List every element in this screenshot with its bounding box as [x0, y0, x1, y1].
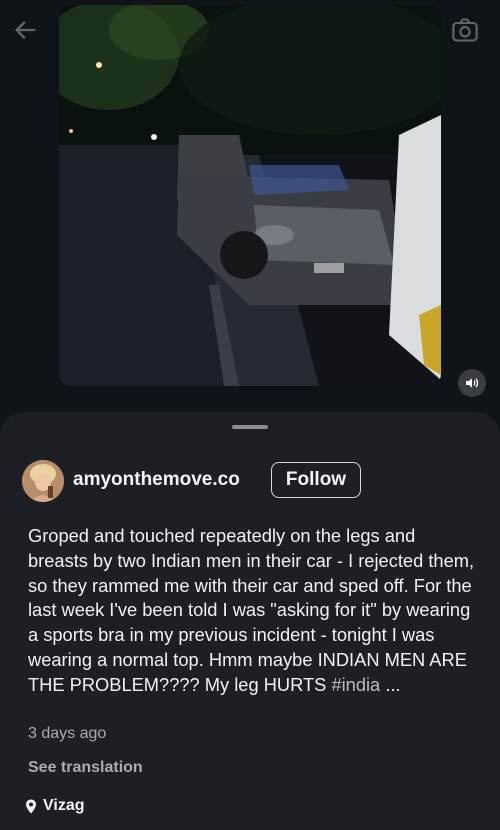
post-caption: Groped and touched repeatedly on the leg… [28, 524, 480, 698]
location-tag[interactable]: Vizag [25, 797, 85, 815]
speaker-icon [466, 378, 479, 388]
sheet-drag-handle[interactable] [232, 425, 268, 429]
video-frame-night-street [59, 5, 441, 386]
mute-button[interactable] [458, 369, 486, 397]
see-translation-link[interactable]: See translation [28, 759, 143, 777]
avatar[interactable] [22, 460, 64, 502]
profile-photo [22, 460, 64, 502]
post-details-sheet: amyonthemove.co Follow Groped and touche… [0, 412, 500, 830]
caption-text: Groped and touched repeatedly on the leg… [28, 525, 475, 695]
arrow-left-icon[interactable] [12, 16, 40, 44]
location-pin-icon [26, 799, 36, 813]
hashtag-link[interactable]: #india [331, 674, 380, 695]
follow-button[interactable]: Follow [271, 462, 361, 498]
username[interactable]: amyonthemove.co [73, 469, 240, 491]
post-timestamp: 3 days ago [28, 725, 107, 742]
more-ellipsis[interactable]: ... [380, 674, 400, 695]
location-label: Vizag [43, 797, 85, 814]
post-video[interactable] [59, 5, 441, 386]
camera-icon[interactable] [450, 16, 480, 44]
